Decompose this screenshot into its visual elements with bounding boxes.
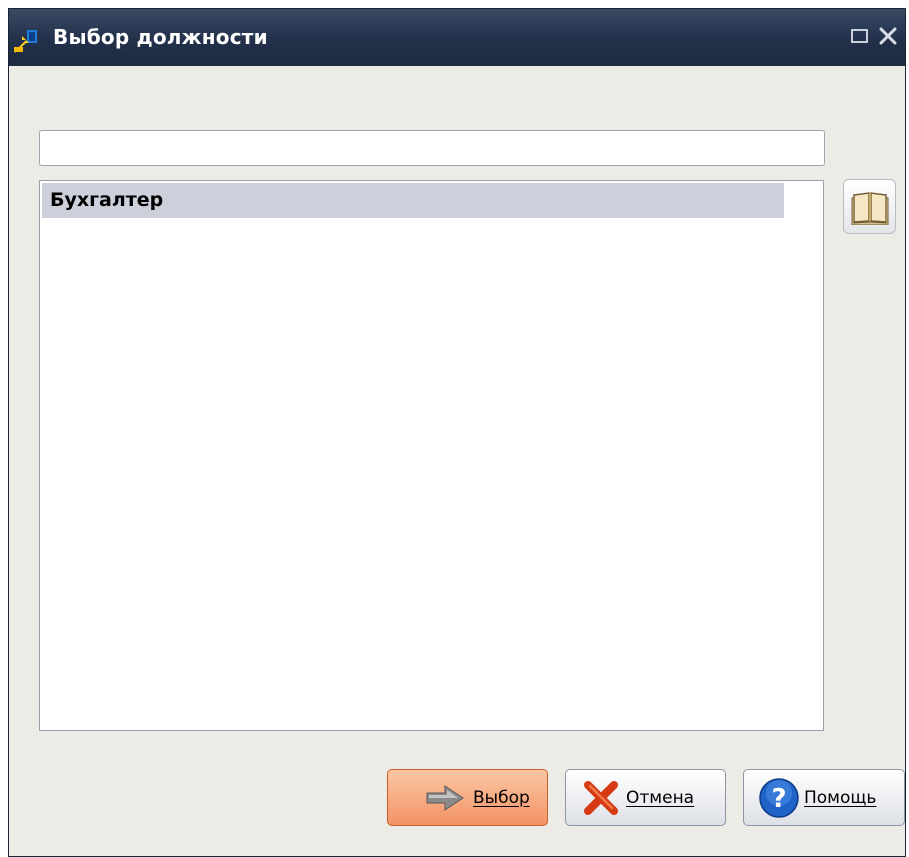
help-button[interactable]: ? Помощь xyxy=(743,769,905,826)
help-icon: ? xyxy=(759,777,799,818)
maximize-icon[interactable] xyxy=(849,25,871,47)
directory-button[interactable] xyxy=(843,179,896,234)
list-item[interactable]: Бухгалтер xyxy=(42,183,784,218)
book-icon xyxy=(851,192,889,225)
title-bar[interactable]: Выбор должности xyxy=(9,9,905,66)
cancel-button[interactable]: Отмена xyxy=(565,769,726,826)
window-title: Выбор должности xyxy=(53,25,268,49)
cancel-button-label: Отмена xyxy=(626,787,695,808)
red-x-icon xyxy=(584,780,618,815)
search-input[interactable] xyxy=(39,130,825,166)
svg-text:?: ? xyxy=(771,784,786,814)
dialog-window: Выбор должности Бухгалтер Выбор Отмена ?… xyxy=(8,8,906,857)
close-icon[interactable] xyxy=(877,25,899,47)
select-button-label: Выбор xyxy=(473,787,530,808)
list-item-label: Бухгалтер xyxy=(50,189,164,211)
arrow-right-icon xyxy=(426,784,464,811)
positions-list[interactable]: Бухгалтер xyxy=(39,180,824,731)
app-icon xyxy=(13,29,39,53)
help-button-label: Помощь xyxy=(804,787,877,808)
select-button[interactable]: Выбор xyxy=(387,769,548,826)
